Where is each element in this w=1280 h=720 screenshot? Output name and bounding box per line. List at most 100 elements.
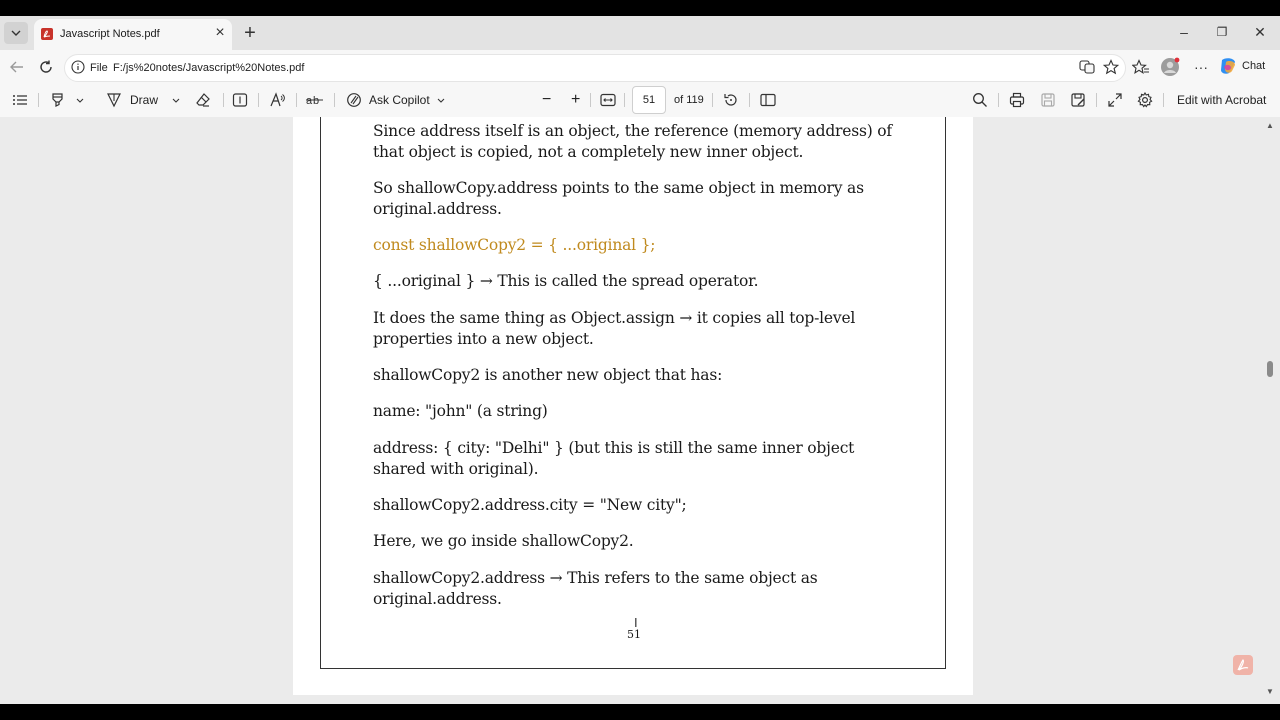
text-options-icon: ab — [306, 95, 323, 107]
text-cursor-icon: I — [634, 615, 638, 630]
erase-button[interactable] — [195, 90, 211, 110]
vertical-scrollbar[interactable]: ▲ ▼ — [1264, 117, 1276, 704]
fit-width-icon — [600, 93, 616, 107]
pdf-viewer[interactable]: Since address itself is an object, the r… — [0, 117, 1280, 704]
edit-with-acrobat-button[interactable]: Edit with Acrobat — [1177, 90, 1266, 110]
avatar-icon — [1161, 57, 1180, 76]
toolbar-divider — [1096, 93, 1097, 107]
scroll-down-icon[interactable]: ▼ — [1266, 687, 1274, 696]
save-button[interactable] — [1040, 90, 1056, 110]
paragraph: address: { city: "Delhi" } (but this is … — [373, 439, 855, 478]
ask-copilot-button[interactable]: Ask Copilot — [346, 90, 445, 110]
translate-pdf-button[interactable]: ab — [306, 90, 324, 110]
contents-button[interactable] — [12, 90, 28, 110]
info-icon[interactable] — [71, 60, 85, 74]
chat-button[interactable]: Chat — [1218, 55, 1274, 77]
search-icon — [973, 93, 987, 107]
minimize-button[interactable]: – — [1170, 22, 1198, 42]
back-button[interactable] — [7, 57, 27, 77]
favorites-icon — [1132, 59, 1149, 74]
toolbar-divider — [258, 93, 259, 107]
pdf-settings-button[interactable] — [1137, 90, 1153, 110]
favorites-button[interactable] — [1131, 57, 1151, 77]
new-tab-button[interactable]: + — [240, 23, 260, 43]
profile-button[interactable] — [1160, 57, 1180, 77]
highlight-button[interactable] — [50, 90, 84, 110]
svg-text:b: b — [313, 95, 319, 107]
paragraph: name: "john" (a string) — [373, 402, 548, 420]
chat-label: Chat — [1242, 60, 1266, 72]
translate-button[interactable] — [1077, 57, 1097, 77]
text-box-icon — [232, 93, 248, 107]
address-row: File F:/js%20notes/Javascript%20Notes.pd… — [0, 50, 1280, 83]
save-as-button[interactable] — [1070, 90, 1086, 110]
page-view-icon — [760, 93, 776, 107]
pdf-page: Since address itself is an object, the r… — [293, 117, 973, 695]
ask-copilot-label: Ask Copilot — [369, 93, 430, 107]
save-as-icon — [1071, 93, 1085, 107]
printer-icon — [1009, 92, 1025, 108]
paragraph: shallowCopy2.address → This refers to th… — [373, 569, 818, 608]
print-button[interactable] — [1009, 90, 1025, 110]
paragraph: So shallowCopy.address points to the sam… — [373, 179, 864, 218]
zoom-in-button[interactable]: + — [571, 90, 580, 110]
url-scheme: File — [90, 62, 108, 74]
toolbar-divider — [38, 93, 39, 107]
star-icon — [1103, 59, 1119, 75]
scroll-up-icon[interactable]: ▲ — [1266, 121, 1274, 130]
refresh-icon — [40, 60, 52, 73]
copilot-outline-icon — [347, 93, 361, 107]
toolbar-divider — [624, 93, 625, 107]
scrollbar-thumb[interactable] — [1267, 361, 1273, 377]
paragraph: shallowCopy2.address.city = "New city"; — [373, 496, 687, 514]
search-button[interactable] — [972, 90, 988, 110]
copilot-icon — [1221, 58, 1235, 74]
tab-actions-button[interactable] — [4, 22, 28, 44]
rotate-button[interactable] — [723, 90, 739, 110]
list-icon — [13, 95, 27, 105]
url-text[interactable]: F:/js%20notes/Javascript%20Notes.pdf — [113, 62, 304, 74]
toolbar-divider — [223, 93, 224, 107]
eraser-icon — [196, 93, 210, 107]
toolbar-divider — [296, 93, 297, 107]
chevron-down-icon — [11, 30, 21, 36]
arrow-left-icon — [10, 61, 23, 73]
toolbar-divider — [998, 93, 999, 107]
paragraph: Here, we go inside shallowCopy2. — [373, 532, 634, 550]
pdf-toolbar: Draw ab Ask Copilot − + 51 of 119 Edit w… — [0, 83, 1280, 118]
restore-button[interactable]: ❐ — [1208, 22, 1236, 42]
more-icon: ··· — [1194, 59, 1208, 75]
browser-window: Javascript Notes.pdf × + – ❐ ✕ File F:/j… — [0, 16, 1280, 704]
pdf-file-icon — [41, 28, 53, 40]
toolbar-divider — [1163, 93, 1164, 107]
rotate-icon — [724, 94, 737, 106]
tab-close-icon[interactable]: × — [212, 25, 228, 41]
refresh-button[interactable] — [36, 57, 56, 77]
draw-button[interactable]: Draw — [106, 90, 180, 110]
expand-icon — [1108, 93, 1122, 107]
address-bar[interactable]: File F:/js%20notes/Javascript%20Notes.pd… — [64, 54, 1126, 82]
toolbar-divider — [334, 93, 335, 107]
fullscreen-button[interactable] — [1107, 90, 1123, 110]
fit-to-width-button[interactable] — [600, 90, 616, 110]
toolbar-divider — [590, 93, 591, 107]
chevron-down-icon — [437, 98, 445, 103]
zoom-out-button[interactable]: − — [542, 90, 551, 110]
acrobat-icon[interactable] — [1233, 655, 1253, 675]
settings-more-button[interactable]: ··· — [1191, 57, 1211, 77]
tab-strip: Javascript Notes.pdf × + – ❐ ✕ — [0, 16, 1280, 50]
paragraph: { ...original } → This is called the spr… — [373, 272, 759, 290]
favorite-button[interactable] — [1101, 57, 1121, 77]
toolbar-divider — [749, 93, 750, 107]
page-number-input[interactable]: 51 — [632, 86, 666, 114]
tab-javascript-notes[interactable]: Javascript Notes.pdf × — [34, 19, 232, 50]
close-window-button[interactable]: ✕ — [1246, 22, 1274, 42]
page-view-button[interactable] — [760, 90, 776, 110]
read-aloud-button[interactable] — [270, 90, 286, 110]
toolbar-divider — [712, 93, 713, 107]
chevron-down-icon — [172, 98, 180, 103]
read-aloud-icon — [270, 92, 285, 107]
tab-title: Javascript Notes.pdf — [60, 28, 160, 40]
gear-icon — [1137, 92, 1153, 108]
text-box-button[interactable] — [232, 90, 248, 110]
